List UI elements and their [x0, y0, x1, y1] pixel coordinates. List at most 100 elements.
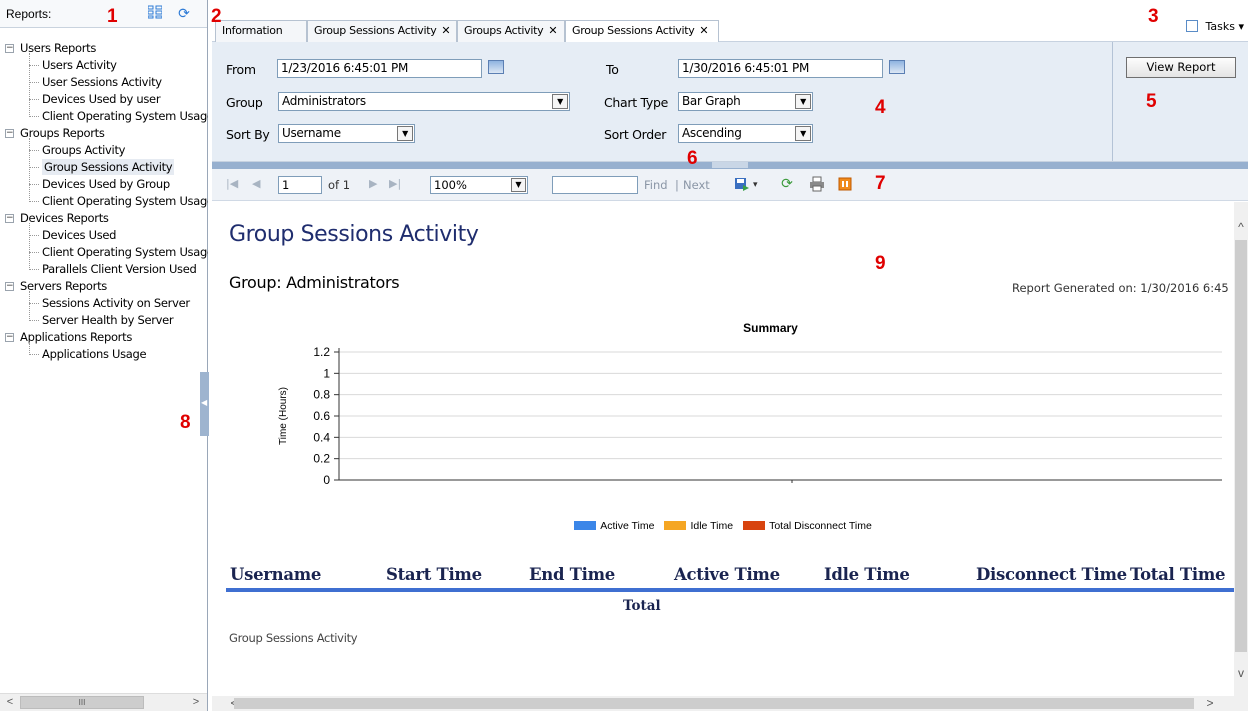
- tree-horizontal-scrollbar[interactable]: < III >: [0, 693, 207, 711]
- collapse-icon[interactable]: −: [5, 282, 14, 291]
- close-icon[interactable]: ✕: [441, 24, 450, 37]
- export-icon[interactable]: [734, 176, 750, 192]
- report-horizontal-scrollbar[interactable]: < >: [212, 696, 1248, 711]
- find-link[interactable]: Find: [644, 178, 668, 192]
- tab-group-sessions-activity-2[interactable]: Group Sessions Activity ✕: [565, 20, 719, 43]
- collapse-icon[interactable]: −: [5, 129, 14, 138]
- tree-group-label[interactable]: − Servers Reports: [0, 278, 208, 295]
- tree-group-label[interactable]: − Groups Reports: [0, 125, 208, 142]
- tree-item-label: Client Operating System Usage: [42, 194, 208, 208]
- scrollbar-thumb[interactable]: [234, 698, 1194, 709]
- chevron-down-icon[interactable]: ▼: [511, 178, 526, 192]
- find-input[interactable]: [552, 176, 638, 194]
- tree-group-label[interactable]: − Applications Reports: [0, 329, 208, 346]
- scroll-left-icon[interactable]: <: [2, 695, 18, 710]
- legend-item: Total Disconnect Time: [743, 520, 872, 532]
- tree-item[interactable]: Devices Used by user: [0, 91, 208, 108]
- to-date-input[interactable]: 1/30/2016 6:45:01 PM: [678, 59, 883, 78]
- tasks-menu[interactable]: Tasks ▾: [1185, 20, 1245, 33]
- tab-information[interactable]: Information: [215, 20, 307, 42]
- tree-group-text: Servers Reports: [20, 279, 107, 293]
- tree-item[interactable]: Client Operating System Usage: [0, 193, 208, 210]
- chevron-down-icon[interactable]: ▼: [795, 126, 811, 141]
- collapse-icon[interactable]: −: [5, 214, 14, 223]
- tree-group-label[interactable]: − Users Reports: [0, 40, 208, 57]
- marker-1: 1: [107, 6, 118, 27]
- tab-bar: Information Group Sessions Activity ✕ Gro…: [212, 0, 1248, 43]
- print-icon[interactable]: [809, 176, 825, 192]
- refresh-report-icon[interactable]: ⟳: [779, 176, 795, 192]
- previous-page-icon[interactable]: ◀: [252, 177, 260, 190]
- params-divider: [1112, 42, 1113, 161]
- tree-item[interactable]: Applications Usage: [0, 346, 208, 363]
- next-page-icon[interactable]: ▶: [369, 177, 377, 190]
- collapse-icon[interactable]: −: [5, 44, 14, 53]
- tree-item[interactable]: Server Health by Server: [0, 312, 208, 329]
- chevron-down-icon[interactable]: ▼: [397, 126, 413, 141]
- chevron-down-icon[interactable]: ▼: [552, 94, 568, 109]
- tree-item[interactable]: Client Operating System Usage: [0, 108, 208, 125]
- from-date-input[interactable]: 1/23/2016 6:45:01 PM: [277, 59, 482, 78]
- sort-by-select[interactable]: Username ▼: [278, 124, 415, 143]
- scrollbar-thumb[interactable]: [1235, 240, 1247, 652]
- view-report-button[interactable]: View Report: [1126, 57, 1236, 78]
- tab-group-sessions-activity-1[interactable]: Group Sessions Activity ✕: [307, 20, 457, 42]
- page-number-input[interactable]: 1: [278, 176, 322, 194]
- collapse-icon[interactable]: −: [5, 333, 14, 342]
- last-page-icon[interactable]: ▶|: [389, 177, 401, 190]
- find-separator: |: [675, 178, 679, 192]
- params-collapse-bar[interactable]: [212, 162, 1248, 169]
- refresh-icon[interactable]: ⟳: [176, 5, 192, 21]
- calendar-icon[interactable]: [488, 60, 504, 74]
- chevron-down-icon[interactable]: ▼: [795, 94, 811, 109]
- marker-6: 6: [687, 148, 698, 169]
- panel-splitter[interactable]: ◀: [200, 372, 209, 436]
- sort-order-value: Ascending: [682, 126, 742, 140]
- page-setup-icon[interactable]: [837, 176, 853, 192]
- tree-group: − Users Reports Users Activity User Session…: [0, 40, 208, 125]
- chart-svg: Summary Time (Hours) 0 0.2 0.4 0.6 0.8 1 1.2: [278, 321, 1222, 487]
- sort-order-select[interactable]: Ascending ▼: [678, 124, 813, 143]
- tree-item[interactable]: Devices Used: [0, 227, 208, 244]
- report-vertical-scrollbar[interactable]: ^ v: [1234, 202, 1248, 696]
- tree-view-icon[interactable]: [147, 5, 163, 21]
- calendar-icon[interactable]: [889, 60, 905, 74]
- marker-7: 7: [875, 173, 886, 194]
- export-dropdown-icon[interactable]: ▾: [753, 180, 758, 190]
- tree-group-text: Applications Reports: [20, 330, 133, 344]
- y-tick-label: 0.2: [313, 452, 330, 466]
- group-label: Group: [226, 95, 263, 110]
- tree-item[interactable]: Sessions Activity on Server: [0, 295, 208, 312]
- tree-item[interactable]: Groups Activity: [0, 142, 208, 159]
- tree-group-text: Groups Reports: [20, 126, 105, 140]
- collapse-left-icon[interactable]: ◀: [201, 398, 207, 407]
- chart-type-select[interactable]: Bar Graph ▼: [678, 92, 813, 111]
- column-idle-time: Idle Time: [824, 565, 910, 584]
- group-select[interactable]: Administrators ▼: [278, 92, 570, 111]
- first-page-icon[interactable]: |◀: [226, 177, 238, 190]
- report-table-header: Username Start Time End Time Active Time…: [226, 562, 1234, 592]
- scroll-down-icon[interactable]: v: [1234, 666, 1248, 682]
- scroll-up-icon[interactable]: ^: [1234, 220, 1248, 236]
- tree-children: Users Activity User Sessions Activity Devi…: [0, 53, 208, 125]
- tab-groups-activity[interactable]: Groups Activity ✕: [457, 20, 565, 42]
- tree-item[interactable]: Client Operating System Usage: [0, 244, 208, 261]
- tree-item[interactable]: User Sessions Activity: [0, 74, 208, 91]
- close-icon[interactable]: ✕: [699, 24, 708, 37]
- scroll-right-icon[interactable]: >: [1202, 696, 1218, 711]
- tree-group-label[interactable]: − Devices Reports: [0, 210, 208, 227]
- tree-item-label: Server Health by Server: [42, 313, 174, 327]
- tree-item[interactable]: Parallels Client Version Used: [0, 261, 208, 278]
- tree-item[interactable]: Group Sessions Activity: [0, 159, 208, 176]
- tree-item[interactable]: Users Activity: [0, 57, 208, 74]
- tree-item[interactable]: Devices Used by Group: [0, 176, 208, 193]
- tasks-label: Tasks ▾: [1205, 20, 1245, 33]
- zoom-select[interactable]: 100% ▼: [430, 176, 528, 194]
- tree-group-text: Devices Reports: [20, 211, 109, 225]
- close-icon[interactable]: ✕: [548, 24, 557, 37]
- find-next-link[interactable]: Next: [683, 178, 710, 192]
- collapse-handle[interactable]: [712, 162, 748, 168]
- scrollbar-thumb[interactable]: III: [20, 696, 144, 709]
- report-toolbar: |◀ ◀ 1 of 1 ▶ ▶| 100% ▼ Find | Next ▾ ⟳: [212, 169, 1248, 201]
- scroll-right-icon[interactable]: >: [188, 695, 204, 710]
